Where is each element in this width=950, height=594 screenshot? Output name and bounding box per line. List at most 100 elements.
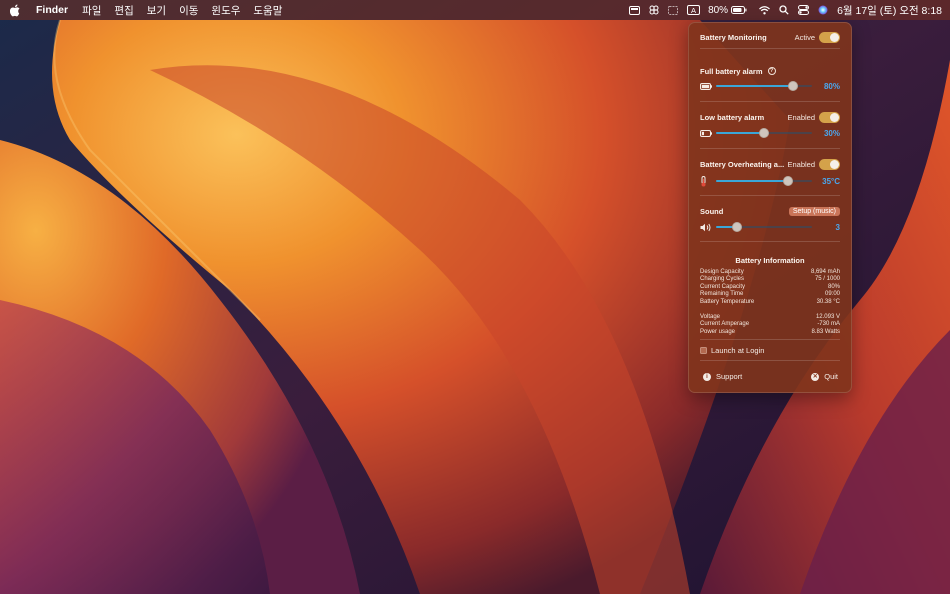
info-label: Current Amperage [700, 321, 750, 328]
info-value: 75 / 1000 [814, 276, 840, 283]
divider [700, 241, 840, 242]
overheating-alarm-status: Enabled [787, 159, 815, 169]
sound-row: Sound Setup (music) [700, 204, 840, 218]
battery-info-group-1: Design Capacity 8,694 mAh Charging Cycles 7… [700, 269, 840, 306]
battery-monitor-popover: Battery Monitoring Active Full battery a… [688, 22, 852, 393]
overheating-slider-row: 35°C [700, 175, 840, 187]
battery-app-status-icon[interactable] [629, 3, 641, 17]
divider [700, 195, 840, 196]
siri-icon[interactable] [818, 3, 828, 17]
slider-thumb[interactable] [759, 128, 769, 138]
launch-at-login-checkbox[interactable] [700, 347, 707, 354]
menu-help[interactable]: 도움말 [253, 3, 282, 18]
low-battery-slider-row: 30% [700, 127, 840, 139]
full-battery-slider[interactable] [716, 81, 812, 91]
full-battery-alarm-title: Full battery alarm [700, 66, 763, 76]
info-label: Battery Temperature [700, 298, 755, 305]
support-label: Support [716, 372, 743, 381]
low-battery-slider[interactable] [716, 128, 812, 138]
popover-footer: i Support ✕ Quit [703, 372, 838, 381]
info-value: -730 mA [817, 321, 840, 328]
sound-slider-row: 3 [700, 221, 840, 233]
slider-thumb[interactable] [732, 222, 743, 232]
battery-monitoring-toggle[interactable] [819, 31, 840, 43]
info-row: Design Capacity 8,694 mAh [700, 269, 840, 276]
keyboard-input-icon[interactable]: A [687, 3, 701, 17]
info-value: 80% [827, 283, 840, 290]
sound-value: 3 [835, 222, 840, 232]
divider [700, 339, 840, 340]
divider [700, 101, 840, 102]
menu-bar: Finder 파일 편집 보기 이동 윈도우 도움말 A 80% 6월 17일 … [0, 0, 950, 20]
low-battery-alarm-toggle[interactable] [819, 111, 840, 123]
overheating-alarm-title: Battery Overheating a... [700, 159, 785, 169]
low-battery-alarm-title: Low battery alarm [700, 112, 765, 122]
info-row: Current Capacity 80% [700, 284, 840, 291]
thermometer-icon [700, 175, 714, 186]
menu-window[interactable]: 윈도우 [211, 3, 240, 18]
apple-logo-icon[interactable] [10, 3, 24, 17]
menu-go[interactable]: 이동 [179, 3, 198, 18]
divider [700, 48, 840, 49]
info-value: 30.38 °C [816, 298, 840, 305]
overheating-slider[interactable] [716, 176, 812, 186]
slider-thumb[interactable] [787, 81, 798, 91]
toggle-knob [830, 32, 839, 42]
search-icon[interactable] [779, 3, 789, 17]
low-battery-icon [700, 128, 714, 138]
info-label: Current Capacity [700, 283, 746, 290]
svg-text:A: A [691, 6, 696, 15]
slider-thumb[interactable] [783, 176, 793, 186]
battery-monitoring-title: Battery Monitoring [700, 32, 767, 42]
display-status-icon[interactable] [668, 3, 679, 17]
sound-title: Sound [700, 206, 724, 216]
control-center-icon[interactable] [798, 3, 810, 17]
cloud-sync-status-icon[interactable] [649, 3, 659, 17]
speaker-icon [700, 222, 714, 232]
launch-at-login-label: Launch at Login [711, 346, 765, 355]
info-icon: i [703, 372, 711, 381]
info-row: Voltage 12.093 V [700, 314, 840, 321]
full-battery-alarm-row: Full battery alarm ? [700, 64, 840, 78]
help-icon[interactable]: ? [767, 67, 776, 75]
full-battery-icon [700, 81, 714, 91]
info-value: 12.093 V [815, 314, 840, 320]
battery-monitoring-row: Battery Monitoring Active [700, 30, 840, 44]
wifi-icon[interactable] [759, 3, 771, 17]
overheating-alarm-row: Battery Overheating a... Enabled [700, 157, 840, 171]
support-button[interactable]: i Support [703, 372, 742, 381]
info-label: Design Capacity [700, 269, 744, 275]
info-row: Power usage 8.83 Watts [700, 329, 840, 336]
low-battery-alarm-row: Low battery alarm Enabled [700, 110, 840, 124]
sound-volume-slider[interactable] [716, 222, 812, 232]
menu-file[interactable]: 파일 [82, 3, 101, 18]
info-row: Remaining Time 09:00 [700, 291, 840, 298]
sound-setup-button[interactable]: Setup (music) [788, 206, 840, 216]
overheating-value: 35°C [822, 176, 840, 186]
info-value: 8,694 mAh [810, 269, 840, 275]
info-label: Charging Cycles [700, 276, 745, 283]
battery-monitoring-status: Active [794, 32, 815, 42]
close-circle-icon: ✕ [811, 372, 820, 381]
app-menu-finder[interactable]: Finder [36, 4, 68, 16]
toggle-knob [830, 159, 839, 169]
overheating-alarm-toggle[interactable] [819, 158, 840, 170]
info-row: Current Amperage -730 mA [700, 321, 840, 328]
menubar-clock[interactable]: 6월 17일 (토) 오전 8:18 [837, 3, 942, 18]
battery-percent-text[interactable]: 80% [708, 5, 728, 16]
menu-edit[interactable]: 편집 [114, 3, 133, 18]
low-battery-value: 30% [823, 128, 840, 138]
quit-button[interactable]: ✕ Quit [811, 372, 838, 381]
menu-view[interactable]: 보기 [147, 3, 166, 18]
info-label: Voltage [700, 314, 721, 320]
full-battery-slider-row: 80% [700, 80, 840, 92]
full-battery-value: 80% [823, 81, 840, 91]
info-value: 09:00 [824, 291, 840, 298]
info-row: Charging Cycles 75 / 1000 [700, 276, 840, 283]
low-battery-alarm-status: Enabled [787, 112, 815, 122]
divider [700, 148, 840, 149]
divider [700, 360, 840, 361]
launch-at-login-row[interactable]: Launch at Login [700, 346, 840, 355]
battery-icon[interactable] [731, 3, 747, 17]
battery-information-title: Battery Information [735, 256, 805, 265]
